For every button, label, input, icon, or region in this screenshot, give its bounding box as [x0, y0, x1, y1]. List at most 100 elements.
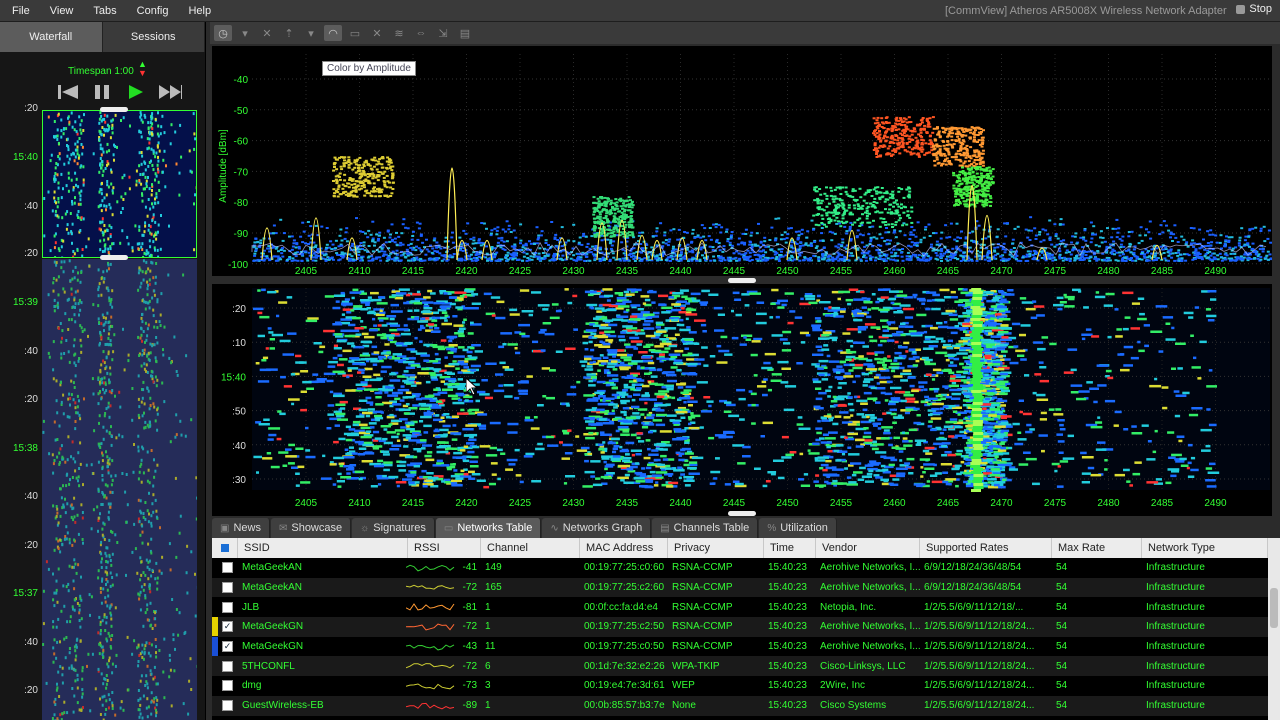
amplitude-dot — [407, 259, 410, 262]
mini-waterfall-dot — [110, 315, 113, 319]
amplitude-dot — [370, 168, 374, 171]
amplitude-dot — [818, 188, 822, 190]
mini-waterfall-dot — [81, 511, 84, 514]
drag-handle-top[interactable] — [100, 107, 128, 112]
mini-waterfall-dot — [60, 172, 63, 176]
amplitude-dot — [817, 256, 821, 259]
menu-tabs[interactable]: Tabs — [83, 5, 126, 17]
amplitude-dot — [597, 200, 601, 203]
amplitude-chart[interactable]: -40 -50 -60 -70 -80 -90 -100 Amplitude [dBm] 240… — [212, 46, 1273, 277]
play-icon[interactable] — [124, 82, 148, 102]
mini-waterfall-dot — [109, 611, 112, 615]
menu-config[interactable]: Config — [127, 5, 179, 17]
amplitude-dot — [738, 257, 742, 260]
timespan-adjust[interactable]: ▲ ▼ — [138, 60, 147, 78]
amplitude-dot — [514, 236, 518, 239]
drag-handle-bottom[interactable] — [100, 255, 128, 260]
resize-icon[interactable]: ⇲ — [434, 25, 452, 41]
mini-waterfall-dot — [104, 596, 107, 600]
amplitude-dot — [909, 233, 913, 236]
wifi-icon[interactable]: ≋ — [390, 25, 408, 41]
mini-waterfall-dot — [155, 359, 157, 363]
amplitude-icon[interactable]: ◠ — [324, 25, 342, 41]
amplitude-dot — [390, 177, 394, 180]
mini-waterfall[interactable] — [42, 107, 197, 720]
note-icon[interactable]: ▤ — [456, 25, 474, 41]
mini-waterfall-dot — [76, 405, 79, 409]
mini-waterfall-dot — [53, 260, 56, 264]
dropdown-icon[interactable]: ▾ — [236, 25, 254, 41]
amplitude-dot — [749, 234, 753, 237]
close-icon[interactable]: ✕ — [258, 25, 276, 41]
upload-icon[interactable]: ⇡ — [280, 25, 298, 41]
fast-forward-icon[interactable] — [158, 82, 182, 102]
menu-help[interactable]: Help — [178, 5, 221, 17]
amplitude-dot — [867, 191, 871, 193]
mini-waterfall-dot — [79, 308, 82, 312]
amplitude-dot — [296, 259, 300, 262]
image-icon[interactable]: ▭ — [346, 25, 364, 41]
mini-waterfall-dot — [81, 145, 84, 149]
mini-waterfall-dot — [150, 159, 152, 163]
amplitude-dot — [996, 252, 1000, 255]
mini-waterfall-dot — [61, 256, 64, 257]
dropdown-icon-2[interactable]: ▾ — [302, 25, 320, 41]
tab-waterfall[interactable]: Waterfall — [0, 22, 103, 52]
menu-view[interactable]: View — [40, 5, 84, 17]
amplitude-dot — [614, 221, 618, 223]
amplitude-dot — [380, 163, 384, 166]
amplitude-dot — [390, 223, 394, 226]
amplitude-dot — [591, 245, 595, 248]
amplitude-dot — [842, 204, 846, 207]
amplitude-dot — [380, 250, 384, 253]
skip-back-icon[interactable] — [56, 82, 80, 102]
amplitude-dot — [581, 235, 585, 238]
amplitude-dot — [1091, 233, 1094, 236]
arrows-icon[interactable]: ⇔ — [412, 25, 430, 41]
amplitude-dot — [872, 236, 876, 239]
mini-waterfall-dot — [107, 336, 110, 340]
amplitude-dot — [388, 240, 392, 243]
amplitude-dot — [373, 156, 377, 159]
mini-waterfall-dot — [62, 503, 65, 507]
mini-waterfall-selection[interactable] — [42, 110, 197, 258]
mini-waterfall-dot — [65, 484, 68, 488]
mini-waterfall-dot — [68, 537, 71, 541]
amplitude-dot — [1206, 244, 1210, 247]
mini-waterfall-dot — [158, 189, 161, 192]
amplitude-dot — [909, 231, 913, 234]
mini-waterfall-dot — [105, 637, 108, 641]
mini-waterfall-dot — [47, 351, 50, 355]
amplitude-dot — [364, 178, 368, 181]
mini-waterfall-dot — [99, 220, 102, 224]
clock-icon[interactable]: ◷ — [214, 25, 232, 41]
stop-button[interactable]: Stop — [1236, 3, 1272, 15]
mini-waterfall-dot — [137, 498, 140, 502]
pause-icon[interactable] — [90, 82, 114, 102]
tab-sessions[interactable]: Sessions — [102, 22, 205, 52]
amplitude-dot — [1119, 243, 1123, 246]
amplitude-dot — [830, 189, 834, 192]
tools-icon[interactable]: ✕ — [368, 25, 386, 41]
mini-waterfall-dot — [77, 216, 80, 219]
mini-waterfall-dot — [108, 706, 110, 710]
mini-waterfall-dot — [77, 563, 80, 567]
amplitude-dot — [804, 242, 808, 245]
menu-file[interactable]: File — [0, 5, 40, 17]
amplitude-dot — [556, 239, 560, 241]
amplitude-dot — [821, 217, 825, 220]
mini-waterfall-dot — [73, 298, 76, 302]
mini-waterfall-dot — [149, 404, 152, 407]
amplitude-dot — [1122, 253, 1125, 256]
amplitude-dot — [1011, 238, 1015, 241]
amplitude-dot — [580, 243, 584, 246]
amplitude-dot — [826, 218, 830, 221]
mini-waterfall-dot — [146, 327, 149, 331]
amplitude-dot — [756, 253, 760, 256]
amplitude-dot — [1224, 239, 1228, 242]
arrow-down-icon[interactable]: ▼ — [138, 69, 147, 78]
amplitude-dot — [1263, 257, 1267, 260]
x-tick-label: 2480 — [1097, 266, 1120, 276]
mini-waterfall-dot — [128, 187, 131, 191]
amplitude-dot — [340, 244, 344, 247]
